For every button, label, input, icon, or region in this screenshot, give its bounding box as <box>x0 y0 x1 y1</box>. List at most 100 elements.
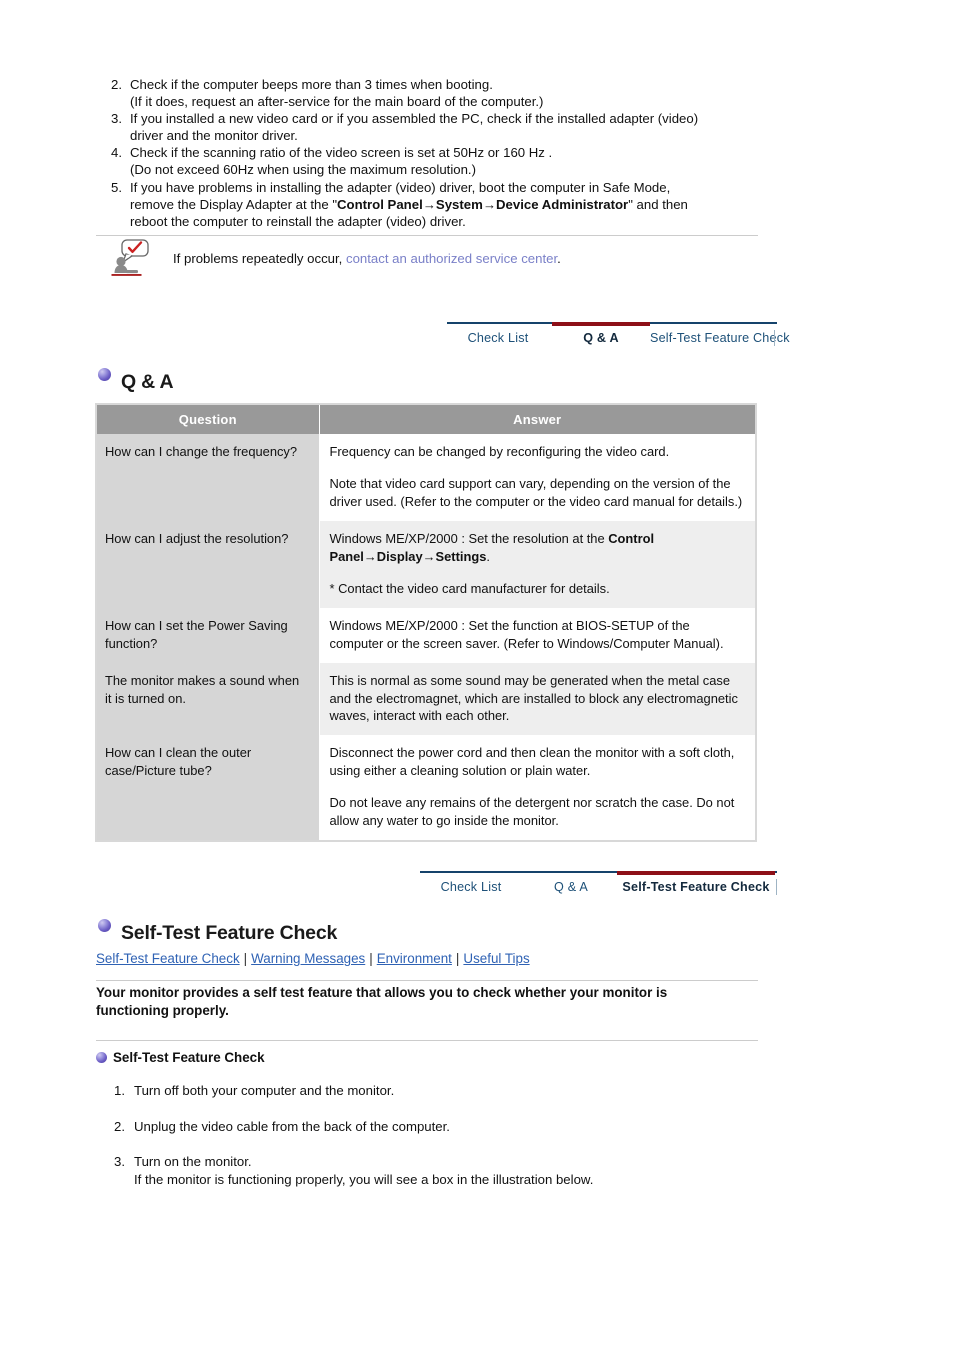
tabbar-selftest: Check List Q & A Self-Test Feature Check <box>420 871 777 903</box>
tab-separator <box>776 879 777 895</box>
tab-q-and-a[interactable]: Q & A <box>552 322 650 354</box>
sublink-self-test-feature-check[interactable]: Self-Test Feature Check <box>96 951 240 966</box>
person-speech-check-icon <box>110 238 158 278</box>
sublink-separator: | <box>243 951 248 966</box>
table-row: How can I adjust the resolution? Windows… <box>97 521 755 609</box>
list-item: 3. Turn on the monitor. If the monitor i… <box>104 1153 784 1188</box>
table-row: How can I clean the outer case/Picture t… <box>97 735 755 841</box>
answer-cell: Windows ME/XP/2000 : Set the resolution … <box>319 521 755 609</box>
list-item: 2. Unplug the video cable from the back … <box>104 1118 784 1136</box>
sublink-separator: | <box>369 951 373 966</box>
tab-label: Q & A <box>554 880 588 894</box>
table-row: The monitor makes a sound when it is tur… <box>97 663 755 736</box>
section-heading-text: Self-Test Feature Check <box>121 922 338 944</box>
list-item-line: driver and the monitor driver. <box>130 128 298 144</box>
tab-label: Self-Test Feature Check <box>622 880 770 894</box>
sublink-environment[interactable]: Environment <box>377 951 452 966</box>
tab-self-test-feature-check[interactable]: Self-Test Feature Check <box>617 871 775 903</box>
list-item-line: Check if the computer beeps more than 3 … <box>130 77 493 92</box>
sublink-warning-messages[interactable]: Warning Messages <box>251 951 365 966</box>
answer-cell: Disconnect the power cord and then clean… <box>319 735 755 841</box>
answer-cell: Frequency can be changed by reconfigurin… <box>319 434 755 522</box>
tab-separator <box>774 330 775 346</box>
question-cell: The monitor makes a sound when it is tur… <box>97 663 320 736</box>
troubleshoot-list: 2. Check if the computer beeps more than… <box>104 76 784 230</box>
answer-paragraph: * Contact the video card manufacturer fo… <box>329 581 610 597</box>
selftest-steps: 1. Turn off both your computer and the m… <box>104 1082 784 1206</box>
tabbar-qa: Check List Q & A Self-Test Feature Check <box>447 322 789 354</box>
column-header-answer: Answer <box>319 405 755 434</box>
subsection-heading: Self-Test Feature Check <box>96 1050 265 1065</box>
answer-paragraph: Note that video card support can vary, d… <box>329 476 743 509</box>
list-item-line: Turn on the monitor. <box>134 1154 252 1169</box>
list-item-number: 3. <box>111 111 122 127</box>
question-cell: How can I clean the outer case/Picture t… <box>97 735 320 841</box>
list-item-body: Turn on the monitor. If the monitor is f… <box>134 1153 593 1188</box>
divider <box>96 980 758 981</box>
text-prefix: remove the Display Adapter at the " <box>130 196 338 212</box>
list-item-body: Check if the computer beeps more than 3 … <box>130 76 784 110</box>
list-item: 5. If you have problems in installing th… <box>104 179 784 230</box>
service-center-link[interactable]: contact an authorized service center <box>346 251 557 266</box>
sublink-useful-tips[interactable]: Useful Tips <box>463 951 529 966</box>
subsection-heading-text: Self-Test Feature Check <box>113 1050 265 1065</box>
table-row: How can I change the frequency? Frequenc… <box>97 434 755 522</box>
list-item-body: Unplug the video cable from the back of … <box>134 1118 450 1136</box>
answer-cell: Windows ME/XP/2000 : Set the function at… <box>319 608 755 664</box>
list-item-line: If the monitor is functioning properly, … <box>134 1171 594 1187</box>
list-item-line: If you have problems in installing the a… <box>130 179 671 195</box>
answer-paragraph-rich: Windows ME/XP/2000 : Set the resolution … <box>330 530 746 565</box>
tab-self-test-feature-check[interactable]: Self-Test Feature Check <box>650 322 789 354</box>
list-item-line: Turn off both your computer and the moni… <box>134 1083 395 1098</box>
answer-paragraph: Windows ME/XP/2000 : Set the function at… <box>329 618 724 651</box>
divider <box>96 235 758 236</box>
tab-q-and-a[interactable]: Q & A <box>525 871 617 903</box>
lead-paragraph: Your monitor provides a self test featur… <box>96 984 736 1019</box>
tab-check-list[interactable]: Check List <box>420 871 522 903</box>
list-item-line: If you installed a new video card or if … <box>130 111 699 127</box>
list-item-line: Check if the scanning ratio of the video… <box>130 145 553 161</box>
tab-label: Q & A <box>583 331 619 345</box>
lead-line: Your monitor provides a self test featur… <box>96 985 668 1000</box>
answer-text-suffix: . <box>486 548 490 564</box>
tab-check-list[interactable]: Check List <box>447 322 549 354</box>
control-panel-path: Control Panel→System→Device Administrato… <box>337 196 629 212</box>
list-item-line: reboot the computer to reinstall the ada… <box>130 213 466 229</box>
tab-label: Check List <box>467 331 529 345</box>
list-item-body: If you have problems in installing the a… <box>130 179 784 230</box>
bullet-sphere-icon <box>98 919 111 932</box>
list-item-number: 5. <box>111 179 122 195</box>
notice-text-after: . <box>557 251 561 266</box>
list-item: 1. Turn off both your computer and the m… <box>104 1082 784 1100</box>
page-title-qa: Q & A <box>98 368 174 394</box>
document-page: 2. Check if the computer beeps more than… <box>0 0 954 1351</box>
bullet-sphere-icon <box>98 368 111 381</box>
notice-text-before: If problems repeatedly occur, <box>173 251 346 266</box>
notice-block: If problems repeatedly occur, contact an… <box>110 238 770 282</box>
tab-active-indicator <box>617 871 775 875</box>
lead-line: functioning properly. <box>96 1002 229 1018</box>
tab-label: Self-Test Feature Check <box>650 331 790 345</box>
column-header-question: Question <box>97 405 320 434</box>
answer-cell: This is normal as some sound may be gene… <box>319 663 755 736</box>
answer-text-prefix: Windows ME/XP/2000 : Set the resolution … <box>329 531 609 547</box>
sublink-separator: | <box>455 951 460 966</box>
answer-paragraph: This is normal as some sound may be gene… <box>329 673 738 724</box>
tab-label: Check List <box>440 880 502 894</box>
table-header-row: Question Answer <box>97 405 755 434</box>
qa-table: Question Answer How can I change the fre… <box>95 403 757 843</box>
list-item-number: 1. <box>114 1083 125 1098</box>
list-item-line: (Do not exceed 60Hz when using the maxim… <box>130 162 476 178</box>
table-row: How can I set the Power Saving function?… <box>97 608 755 664</box>
section-heading-text: Q & A <box>121 371 174 393</box>
page-title-selftest: Self-Test Feature Check <box>98 919 338 945</box>
sublink-nav: Self-Test Feature Check | Warning Messages… <box>96 951 530 966</box>
question-cell: How can I adjust the resolution? <box>97 521 320 609</box>
tab-active-indicator <box>552 322 650 326</box>
answer-paragraph: Disconnect the power cord and then clean… <box>329 745 735 778</box>
list-item-number: 3. <box>114 1154 125 1169</box>
list-item-number: 2. <box>114 1118 125 1134</box>
question-cell: How can I set the Power Saving function? <box>97 608 320 664</box>
notice-text: If problems repeatedly occur, contact an… <box>173 250 561 267</box>
list-item: 2. Check if the computer beeps more than… <box>104 76 784 110</box>
